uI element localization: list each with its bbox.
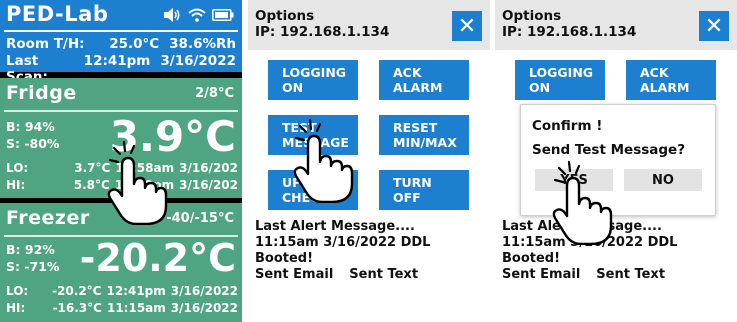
logging-on-button[interactable]: LOGGING ON	[515, 60, 605, 100]
sent-email: Sent Email	[502, 267, 581, 282]
turn-off-button[interactable]: TURN OFF	[379, 170, 469, 210]
status-header: PED-Lab Room T/H: 25.0°C 38.6%Rh Last Sc…	[0, 0, 242, 85]
ip-address: IP: 192.168.1.134	[255, 24, 390, 40]
touch-hand-icon	[552, 160, 613, 245]
battery-icon	[212, 9, 234, 21]
options-title: Options	[502, 8, 562, 24]
options-title-block: Options IP: 192.168.1.134	[502, 8, 636, 40]
sent-status: Sent Email Sent Text	[255, 267, 490, 283]
reset-minmax-button[interactable]: RESET MIN/MAX	[379, 115, 469, 155]
lo-date: 3/16/2022	[170, 284, 238, 298]
options-header: Options IP: 192.168.1.134 ✕	[248, 0, 490, 50]
button-label-line1: LOGGING	[529, 65, 594, 80]
confirm-title: Confirm !	[532, 118, 603, 134]
button-label-line2: MIN/MAX	[393, 135, 457, 150]
zone-name: Fridge	[6, 82, 77, 104]
options-confirm-screen: Options IP: 192.168.1.134 ✕ LOGGING ON A…	[495, 0, 737, 322]
hi-row: HI: -16.3°C 11:15am 3/16/2022	[6, 300, 238, 317]
options-title: Options	[255, 8, 315, 24]
zone-signal: S: -80%	[6, 136, 60, 151]
button-label-line1: RESET	[393, 120, 438, 135]
sent-text: Sent Text	[349, 267, 419, 282]
button-label-line1: TURN	[393, 175, 432, 190]
lo-row: LO: -20.2°C 12:41pm 3/16/2022	[6, 283, 238, 300]
button-label-line2: ON	[529, 80, 551, 95]
logging-on-button[interactable]: LOGGING ON	[268, 60, 358, 100]
status-icons	[164, 8, 234, 22]
zone-minmax: LO: -20.2°C 12:41pm 3/16/2022 HI: -16.3°…	[6, 283, 238, 317]
confirm-question: Send Test Message?	[532, 142, 686, 158]
close-button[interactable]: ✕	[699, 11, 729, 41]
ack-alarm-button[interactable]: ACK ALARM	[626, 60, 716, 100]
zone-temperature: -20.2°C	[79, 236, 236, 280]
hi-label: HI:	[6, 178, 26, 192]
button-label-line2: OFF	[393, 190, 421, 205]
button-label-line1: ACK	[393, 65, 422, 80]
zone-name: Freezer	[6, 207, 90, 229]
hi-date: 3/16/202	[179, 178, 238, 192]
room-label: Room T/H:	[6, 36, 85, 52]
wifi-icon	[188, 8, 206, 22]
zone-range: -40/-15°C	[166, 211, 234, 226]
last-alert-message: 11:15am 3/16/2022 DDL Booted!	[502, 235, 678, 266]
hi-value: -16.3°C	[52, 301, 102, 315]
zone-signal: S: -71%	[6, 259, 60, 274]
button-label-line2: ALARM	[640, 80, 690, 95]
last-alert-block: Last Alert Message.... 11:15am 3/16/2022…	[502, 219, 737, 283]
header-divider	[4, 30, 238, 32]
lo-value: -20.2°C	[52, 284, 102, 298]
ack-alarm-button[interactable]: ACK ALARM	[379, 60, 469, 100]
room-row: Room T/H: 25.0°C 38.6%Rh	[6, 36, 236, 52]
options-title-block: Options IP: 192.168.1.134	[255, 8, 389, 40]
sent-status: Sent Email Sent Text	[502, 267, 737, 283]
last-alert-message: 11:15am 3/16/2022 DDL Booted!	[255, 235, 431, 266]
button-label-line2: ALARM	[393, 80, 443, 95]
zone-battery: B: 94%	[6, 119, 55, 134]
device-title: PED-Lab	[6, 2, 109, 26]
touch-hand-icon	[293, 118, 354, 203]
last-alert-block: Last Alert Message.... 11:15am 3/16/2022…	[255, 219, 490, 283]
touch-hand-icon	[107, 140, 168, 225]
zone-battery-signal: B: 94% S: -80%	[6, 118, 59, 152]
zone-battery-signal: B: 92% S: -71%	[6, 241, 59, 275]
options-header: Options IP: 192.168.1.134 ✕	[495, 0, 737, 50]
ip-address: IP: 192.168.1.134	[502, 24, 637, 40]
button-label-line2: ON	[282, 80, 304, 95]
last-alert-label: Last Alert Message....	[255, 219, 415, 234]
hi-label: HI:	[6, 301, 26, 315]
options-screen: Options IP: 192.168.1.134 ✕ LOGGING ON A…	[248, 0, 490, 322]
sent-email: Sent Email	[255, 267, 334, 282]
lo-time: 12:41pm	[106, 284, 166, 298]
button-label-line1: LOGGING	[282, 65, 347, 80]
lo-date: 3/16/202	[179, 161, 238, 175]
hi-time: 11:15am	[106, 301, 166, 315]
confirm-no-button[interactable]: NO	[624, 169, 702, 191]
zone-range: 2/8°C	[195, 86, 234, 101]
last-alert-label: Last Alert Message....	[502, 219, 662, 234]
hi-date: 3/16/2022	[170, 301, 238, 315]
button-label-line1: ACK	[640, 65, 669, 80]
volume-icon	[164, 8, 180, 22]
lo-label: LO:	[6, 284, 29, 298]
zone-battery: B: 92%	[6, 242, 55, 257]
room-temp: 25.0°C	[109, 36, 160, 52]
lo-label: LO:	[6, 161, 29, 175]
dashboard-screen: PED-Lab Room T/H: 25.0°C 38.6%Rh Last Sc…	[0, 0, 242, 322]
sent-text: Sent Text	[596, 267, 666, 282]
close-button[interactable]: ✕	[452, 11, 482, 41]
room-humidity: 38.6%Rh	[169, 36, 236, 52]
